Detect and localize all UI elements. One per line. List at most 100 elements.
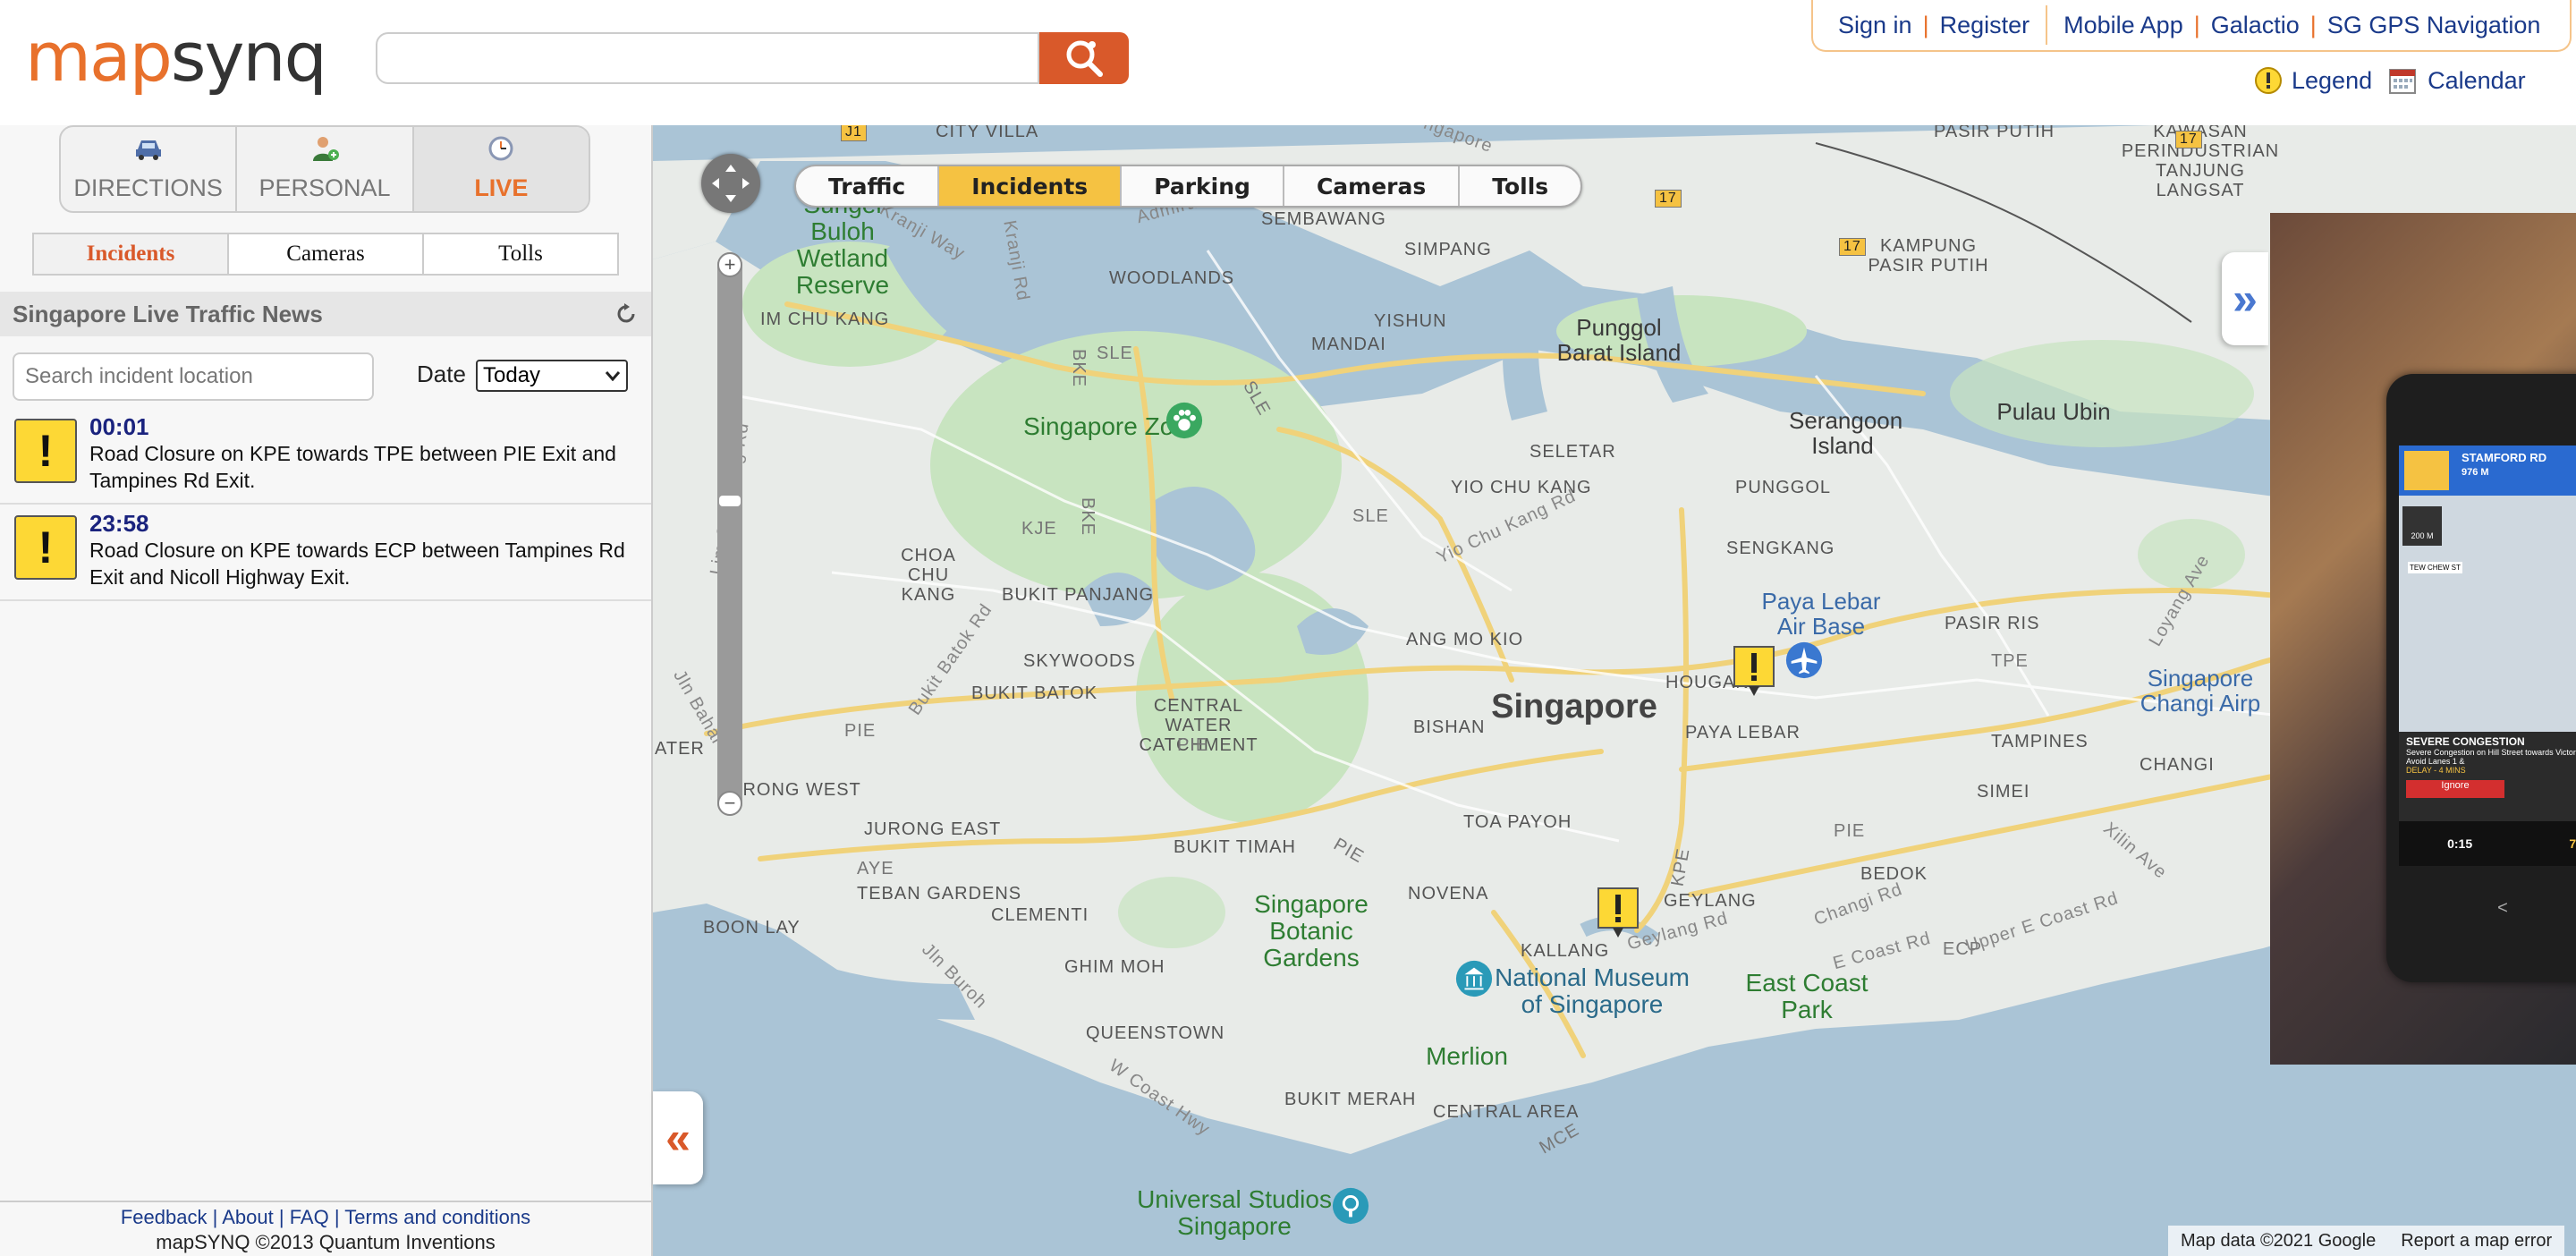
layer-tolls[interactable]: Tolls bbox=[1460, 166, 1580, 206]
incident-marker-icon[interactable] bbox=[1733, 646, 1775, 698]
map-label: BOON LAY bbox=[703, 918, 801, 938]
map-label: TAMPINES bbox=[1991, 732, 2089, 751]
tab-directions[interactable]: DIRECTIONS bbox=[61, 127, 238, 211]
subtab-tolls[interactable]: Tolls bbox=[424, 234, 617, 274]
tab-personal[interactable]: PERSONAL bbox=[237, 127, 414, 211]
incident-search-input[interactable]: Search incident location bbox=[13, 352, 374, 401]
road-label: BKE bbox=[1069, 348, 1089, 388]
map-label: KALLANG bbox=[1521, 941, 1610, 961]
date-select[interactable]: Today bbox=[476, 360, 628, 392]
road-label: PIE bbox=[844, 721, 877, 741]
road-shield: J1 bbox=[841, 125, 867, 141]
footer-separator: | bbox=[212, 1206, 218, 1228]
airport-icon[interactable] bbox=[1784, 641, 1824, 680]
feedback-link[interactable]: Feedback bbox=[121, 1206, 208, 1228]
map-label: IM CHU KANG bbox=[760, 310, 890, 329]
subtab-cameras[interactable]: Cameras bbox=[229, 234, 424, 274]
layer-traffic[interactable]: Traffic bbox=[796, 166, 940, 206]
road-label: KJE bbox=[1021, 519, 1057, 539]
layer-incidents[interactable]: Incidents bbox=[939, 166, 1123, 206]
ignore-button[interactable]: Ignore bbox=[2406, 780, 2504, 798]
map-label: CHANGI bbox=[2140, 755, 2215, 775]
search-input[interactable] bbox=[376, 32, 1039, 84]
map-label: CENTRAL AREA bbox=[1433, 1102, 1580, 1122]
chevron-down-icon bbox=[605, 371, 621, 381]
layer-cameras[interactable]: Cameras bbox=[1284, 166, 1461, 206]
top-nav: Sign in | Register Mobile App | Galactio… bbox=[1811, 0, 2572, 52]
incident-marker-icon[interactable] bbox=[1597, 887, 1639, 939]
news-header: Singapore Live Traffic News bbox=[0, 292, 651, 336]
galactio-link[interactable]: Galactio bbox=[2211, 12, 2300, 39]
nav-separator: | bbox=[2309, 11, 2317, 38]
alert-title: SEVERE CONGESTION bbox=[2406, 735, 2525, 748]
incident-item[interactable]: ! 00:01 Road Closure on KPE towards TPE … bbox=[0, 410, 651, 505]
footer-links: Feedback | About | FAQ | Terms and condi… bbox=[0, 1206, 651, 1229]
zoo-icon[interactable] bbox=[1165, 401, 1204, 440]
sign-in-link[interactable]: Sign in bbox=[1838, 12, 1912, 39]
museum-icon[interactable] bbox=[1454, 959, 1494, 998]
map-label: WOODLANDS bbox=[1109, 268, 1235, 288]
road-label: PIE bbox=[1834, 821, 1866, 841]
place-label: Sungei Buloh Wetland Reserve bbox=[795, 191, 890, 299]
mobile-app-link[interactable]: Mobile App bbox=[2063, 12, 2183, 39]
news-title: Singapore Live Traffic News bbox=[13, 300, 323, 327]
faq-link[interactable]: FAQ bbox=[290, 1206, 329, 1228]
mapsynq-logo[interactable]: mapsynq bbox=[25, 21, 327, 93]
refresh-icon[interactable] bbox=[615, 302, 639, 326]
map-label: BUKIT TIMAH bbox=[1174, 837, 1296, 857]
nav-separator: | bbox=[2193, 11, 2200, 38]
collapse-panel-button[interactable]: « bbox=[653, 1091, 703, 1184]
road-shield: 17 bbox=[1655, 190, 1682, 208]
map-label: TEBAN GARDENS bbox=[857, 884, 1022, 904]
map-label: PASIR PUTIH bbox=[1934, 125, 2055, 141]
attraction-icon[interactable] bbox=[1331, 1186, 1370, 1226]
layer-parking[interactable]: Parking bbox=[1122, 166, 1284, 206]
tab-live-label: LIVE bbox=[474, 174, 529, 201]
zoom-in-button[interactable]: + bbox=[717, 252, 742, 277]
tab-directions-label: DIRECTIONS bbox=[73, 174, 223, 201]
zoom-out-button[interactable]: − bbox=[717, 791, 742, 816]
legend-link[interactable]: Legend bbox=[2292, 67, 2372, 95]
terms-link[interactable]: Terms and conditions bbox=[344, 1206, 530, 1228]
map-label: GHIM MOH bbox=[1064, 957, 1165, 977]
calendar-link[interactable]: Calendar bbox=[2428, 67, 2526, 95]
eta-value: 0:15 bbox=[2447, 836, 2473, 851]
search-button[interactable] bbox=[1039, 32, 1129, 84]
alert-delay: DELAY - 4 MINS bbox=[2406, 766, 2466, 775]
map-label: PASIR RIS bbox=[1945, 614, 2040, 633]
sg-gps-navigation-link[interactable]: SG GPS Navigation bbox=[2327, 12, 2541, 39]
zoom-handle[interactable] bbox=[719, 496, 741, 506]
tab-live[interactable]: LIVE bbox=[413, 127, 589, 211]
place-label: Singapore Changi Airp bbox=[2140, 665, 2261, 717]
subtab-incidents[interactable]: Incidents bbox=[34, 234, 229, 274]
register-link[interactable]: Register bbox=[1940, 12, 2030, 39]
gps-app-advertisement[interactable]: STAMFORD RD 976 M 200 M TEW CHEW ST SEVE… bbox=[2270, 213, 2576, 1065]
logo-text-map: map bbox=[25, 17, 173, 97]
map-label: ANG MO KIO bbox=[1406, 630, 1524, 649]
map-label: YISHUN bbox=[1374, 311, 1447, 331]
map-label: BISHAN bbox=[1413, 717, 1486, 737]
incident-item[interactable]: ! 23:58 Road Closure on KPE towards ECP … bbox=[0, 506, 651, 601]
map-label: NOVENA bbox=[1408, 884, 1489, 904]
report-map-error-link[interactable]: Report a map error bbox=[2388, 1231, 2564, 1252]
expand-ad-button[interactable]: » bbox=[2222, 252, 2268, 345]
map-pan-control[interactable] bbox=[701, 154, 760, 213]
map-label: CLEMENTI bbox=[991, 905, 1089, 925]
legend-icon[interactable] bbox=[2254, 66, 2283, 95]
map-label: SEMBAWANG bbox=[1261, 209, 1386, 229]
road-label: SLE bbox=[1352, 506, 1389, 526]
turn-distance: 200 M bbox=[2402, 506, 2442, 546]
map-label: JURONG EAST bbox=[864, 819, 1002, 839]
map-label: MANDAI bbox=[1311, 335, 1386, 354]
about-link[interactable]: About bbox=[222, 1206, 274, 1228]
logo-text-q: q bbox=[284, 17, 327, 97]
alert-text: Severe Congestion on Hill Street towards… bbox=[2406, 748, 2576, 766]
nav-footer: 0:15 70 bbox=[2399, 821, 2576, 866]
zoom-slider[interactable]: + − bbox=[717, 252, 742, 816]
clock-icon bbox=[488, 136, 513, 161]
road-label: BKE bbox=[1078, 496, 1098, 537]
place-label: Universal Studios Singapore bbox=[1137, 1185, 1332, 1240]
calendar-icon[interactable] bbox=[2388, 66, 2417, 95]
logo-text-syn: syn bbox=[170, 17, 286, 97]
footer-separator: | bbox=[334, 1206, 340, 1228]
